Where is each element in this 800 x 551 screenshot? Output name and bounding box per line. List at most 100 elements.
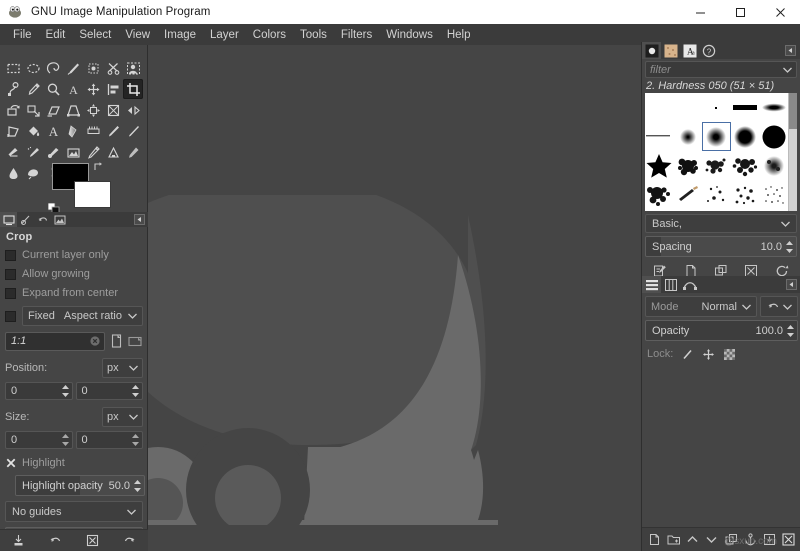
size-width-input[interactable]: 0 — [5, 431, 73, 449]
swap-colors-icon[interactable] — [93, 161, 104, 172]
option-expand-from-center[interactable]: Expand from center — [5, 284, 143, 302]
guides-combo[interactable]: No guides — [5, 501, 143, 522]
brush-acrylic-03[interactable] — [731, 151, 760, 180]
menu-view[interactable]: View — [118, 27, 157, 43]
perspective-tool[interactable] — [63, 100, 83, 120]
brush-bristles-02[interactable] — [674, 180, 703, 209]
brush-grid[interactable] — [645, 93, 797, 211]
position-y-input[interactable]: 0 — [75, 382, 143, 400]
brush-grid-scrollbar[interactable] — [788, 93, 797, 211]
brush-hardness-050[interactable] — [702, 122, 731, 151]
brush-grass-05[interactable] — [759, 209, 788, 211]
reset-tool-options-button[interactable] — [118, 532, 142, 550]
new-layer-button[interactable] — [647, 531, 663, 549]
align-tool[interactable] — [103, 79, 123, 99]
foreground-select-tool[interactable] — [123, 58, 143, 78]
airbrush-tool[interactable] — [23, 142, 43, 162]
maximize-button[interactable] — [720, 0, 760, 24]
minimize-button[interactable] — [680, 0, 720, 24]
canvas-area[interactable] — [148, 45, 640, 551]
brush-empty[interactable] — [645, 93, 674, 122]
brush-block-01[interactable] — [731, 93, 760, 122]
menu-layer[interactable]: Layer — [203, 27, 246, 43]
delete-layer-button[interactable] — [780, 531, 796, 549]
ink-tool[interactable] — [123, 121, 143, 141]
paths-tab[interactable] — [680, 276, 699, 293]
brush-grass-03[interactable] — [702, 209, 731, 211]
aspect-ratio-input[interactable]: 1:1 — [5, 331, 105, 351]
new-layer-group-button[interactable] — [666, 531, 682, 549]
brush-acrylic-02[interactable] — [702, 151, 731, 180]
perspective-clone-tool[interactable] — [103, 142, 123, 162]
brush-grass-02[interactable] — [674, 209, 703, 211]
eraser-tool[interactable] — [3, 142, 23, 162]
paths-tool[interactable] — [3, 79, 23, 99]
paintbrush-tool[interactable] — [103, 121, 123, 141]
lock-alpha-icon[interactable] — [722, 347, 736, 361]
menu-tools[interactable]: Tools — [293, 27, 334, 43]
rect-select-tool[interactable] — [3, 58, 23, 78]
patterns-tab[interactable] — [661, 42, 680, 59]
free-select-tool[interactable] — [43, 58, 63, 78]
size-unit-combo[interactable]: px — [102, 407, 143, 427]
select-by-color-tool[interactable] — [83, 58, 103, 78]
position-x-input[interactable]: 0 — [5, 382, 73, 400]
bucket-fill-tool[interactable] — [23, 121, 43, 141]
portrait-orientation-icon[interactable] — [108, 333, 124, 350]
clone-tool[interactable] — [63, 142, 83, 162]
brush-sparks-01[interactable] — [702, 180, 731, 209]
mypaint-brush-tool[interactable] — [43, 142, 63, 162]
brush-grass-01[interactable] — [645, 209, 674, 211]
option-allow-growing[interactable]: Allow growing — [5, 265, 143, 283]
tool-options-tab[interactable] — [0, 212, 17, 227]
cage-transform-tool[interactable] — [3, 121, 23, 141]
undo-history-tab[interactable] — [34, 212, 51, 227]
merge-down-button[interactable] — [761, 531, 777, 549]
option-highlight[interactable]: Highlight — [5, 454, 143, 472]
layer-list[interactable] — [642, 380, 800, 527]
unified-transform-tool[interactable] — [83, 100, 103, 120]
raise-layer-button[interactable] — [685, 531, 701, 549]
brush-hardness-025[interactable] — [674, 122, 703, 151]
menu-filters[interactable]: Filters — [334, 27, 379, 43]
close-button[interactable] — [760, 0, 800, 24]
brush-tag-combo[interactable]: Basic, — [645, 214, 797, 233]
option-current-layer-only[interactable]: Current layer only — [5, 246, 143, 264]
size-height-input[interactable]: 0 — [75, 431, 143, 449]
brush-hardness-100[interactable] — [759, 122, 788, 151]
duplicate-layer-button[interactable] — [723, 531, 739, 549]
images-tab[interactable] — [51, 212, 68, 227]
landscape-orientation-icon[interactable] — [127, 333, 143, 350]
menu-select[interactable]: Select — [72, 27, 118, 43]
brush-block-02[interactable] — [759, 93, 788, 122]
save-tool-preset-button[interactable] — [7, 532, 31, 550]
handle-transform-tool[interactable] — [103, 100, 123, 120]
lock-position-icon[interactable] — [701, 347, 715, 361]
fonts-tab[interactable]: Aa — [680, 42, 699, 59]
menu-file[interactable]: File — [6, 27, 39, 43]
channels-tab[interactable] — [661, 276, 680, 293]
scrollbar-thumb[interactable] — [789, 93, 797, 129]
checkbox-allow-growing[interactable] — [5, 268, 16, 280]
brush-acrylic-01[interactable] — [674, 151, 703, 180]
menu-colors[interactable]: Colors — [246, 27, 293, 43]
text-tool[interactable]: A — [43, 121, 63, 141]
smudge-tool[interactable] — [3, 163, 23, 183]
highlight-opacity-slider[interactable]: Highlight opacity 50.0 — [15, 475, 145, 496]
brush-star[interactable] — [645, 151, 674, 180]
convolve-tool[interactable] — [123, 142, 143, 162]
zoom-tool[interactable] — [43, 79, 63, 99]
brush-hardness-075[interactable] — [731, 122, 760, 151]
device-status-tab[interactable] — [17, 212, 34, 227]
menu-windows[interactable]: Windows — [379, 27, 440, 43]
scissors-select-tool[interactable] — [103, 58, 123, 78]
position-unit-combo[interactable]: px — [102, 358, 143, 378]
ellipse-select-tool[interactable] — [23, 58, 43, 78]
restore-tool-preset-button[interactable] — [44, 532, 68, 550]
brush-empty[interactable] — [674, 93, 703, 122]
panel-menu-button[interactable] — [134, 214, 145, 225]
document-history-tab[interactable]: ? — [699, 42, 718, 59]
checkbox-current-layer-only[interactable] — [5, 249, 16, 261]
measure-tool[interactable]: A — [63, 79, 83, 99]
menu-image[interactable]: Image — [157, 27, 203, 43]
